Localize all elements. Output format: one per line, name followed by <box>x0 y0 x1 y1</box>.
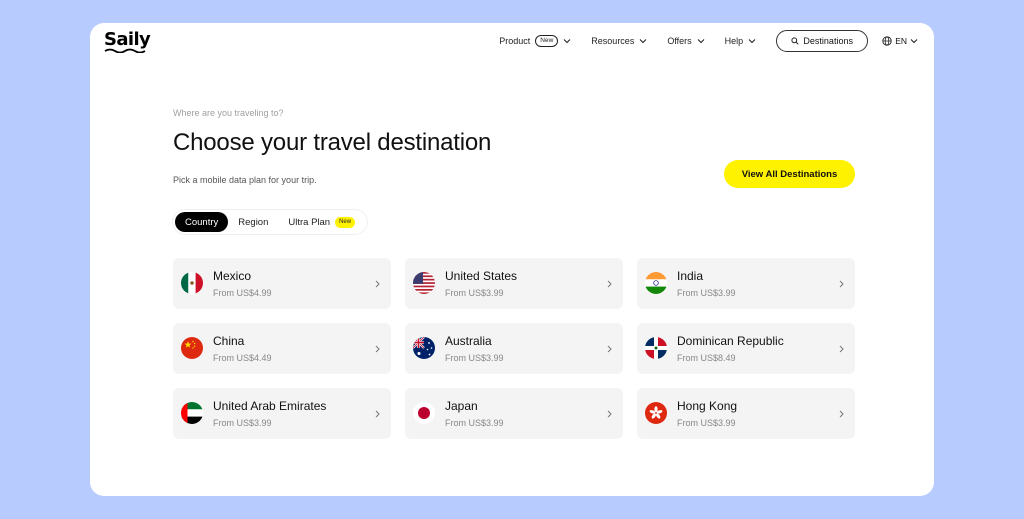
destinations-button-label: Destinations <box>803 36 853 46</box>
globe-icon <box>882 36 892 46</box>
country-card-china[interactable]: China From US$4.49 <box>173 323 391 374</box>
hero-eyebrow: Where are you traveling to? <box>173 108 284 118</box>
country-card-mexico[interactable]: Mexico From US$4.99 <box>173 258 391 309</box>
country-name: United States <box>445 269 518 283</box>
nav-help[interactable]: Help <box>725 36 757 46</box>
country-name: United Arab Emirates <box>213 399 327 413</box>
country-price: From US$3.99 <box>445 418 504 428</box>
nav-offers[interactable]: Offers <box>667 36 705 46</box>
country-card-hong-kong[interactable]: Hong Kong From US$3.99 <box>637 388 855 439</box>
australia-flag-icon <box>413 337 435 359</box>
country-card-australia[interactable]: Australia From US$3.99 <box>405 323 623 374</box>
country-price: From US$3.99 <box>445 288 504 298</box>
dominican-republic-flag-icon <box>645 337 667 359</box>
country-price: From US$4.99 <box>213 288 272 298</box>
chevron-right-icon <box>839 280 844 288</box>
chevron-right-icon <box>839 345 844 353</box>
language-selector[interactable]: EN <box>882 36 918 46</box>
country-name: Hong Kong <box>677 399 738 413</box>
saily-logo[interactable]: Saily <box>104 31 152 53</box>
country-card-united-states[interactable]: United States From US$3.99 <box>405 258 623 309</box>
country-price: From US$3.99 <box>677 288 736 298</box>
country-card-dominican-republic[interactable]: Dominican Republic From US$8.49 <box>637 323 855 374</box>
page-card: Saily Product New Resources Offers Help <box>90 23 934 496</box>
nav-product-new-badge: New <box>535 35 559 47</box>
nav-product-label: Product <box>499 36 531 46</box>
country-grid: Mexico From US$4.99 United States From U… <box>173 258 855 439</box>
country-price: From US$3.99 <box>445 353 504 363</box>
japan-flag-icon <box>413 402 435 424</box>
nav-offers-label: Offers <box>667 36 692 46</box>
country-card-india[interactable]: India From US$3.99 <box>637 258 855 309</box>
view-all-destinations-button[interactable]: View All Destinations <box>724 160 855 188</box>
page-title: Choose your travel destination <box>173 129 492 156</box>
chevron-down-icon <box>563 39 571 44</box>
nav-resources[interactable]: Resources <box>591 36 647 46</box>
chevron-down-icon <box>748 39 756 44</box>
tab-country[interactable]: Country <box>175 212 229 232</box>
country-price: From US$3.99 <box>213 418 272 428</box>
country-price: From US$8.49 <box>677 353 736 363</box>
chevron-down-icon <box>910 39 918 44</box>
nav-help-label: Help <box>724 36 744 46</box>
nav-product[interactable]: Product New <box>499 35 571 47</box>
country-card-japan[interactable]: Japan From US$3.99 <box>405 388 623 439</box>
tab-ultra-plan-label: Ultra Plan <box>288 216 331 228</box>
country-price: From US$4.49 <box>213 353 272 363</box>
chevron-right-icon <box>375 345 380 353</box>
search-icon <box>791 37 800 45</box>
usa-flag-icon <box>413 272 435 294</box>
country-name: Australia <box>445 334 492 348</box>
chevron-down-icon <box>639 39 647 44</box>
country-name: Japan <box>445 399 478 413</box>
india-flag-icon <box>645 272 667 294</box>
country-name: Mexico <box>213 269 252 283</box>
language-label: EN <box>895 36 907 46</box>
chevron-right-icon <box>375 280 380 288</box>
mexico-flag-icon <box>181 272 203 294</box>
nav-resources-label: Resources <box>591 36 635 46</box>
brand-name: Saily <box>104 29 151 50</box>
destinations-search-button[interactable]: Destinations <box>776 30 869 52</box>
chevron-right-icon <box>607 280 612 288</box>
hong-kong-flag-icon <box>645 402 667 424</box>
chevron-right-icon <box>607 345 612 353</box>
tab-region[interactable]: Region <box>228 212 278 232</box>
china-flag-icon <box>181 337 203 359</box>
country-name: India <box>677 269 704 283</box>
uae-flag-icon <box>181 402 203 424</box>
destination-type-tabs: Country Region Ultra Plan New <box>173 210 368 234</box>
ultra-plan-new-badge: New <box>335 216 356 228</box>
main-nav: Product New Resources Offers Help Destin… <box>499 30 918 52</box>
header: Saily Product New Resources Offers Help <box>90 23 934 63</box>
tab-ultra-plan[interactable]: Ultra Plan New <box>278 212 365 232</box>
hero-subtitle: Pick a mobile data plan for your trip. <box>173 175 317 185</box>
country-card-united-arab-emirates[interactable]: United Arab Emirates From US$3.99 <box>173 388 391 439</box>
chevron-right-icon <box>375 410 380 418</box>
country-price: From US$3.99 <box>677 418 736 428</box>
country-name: China <box>213 334 245 348</box>
chevron-right-icon <box>607 410 612 418</box>
chevron-down-icon <box>697 39 705 44</box>
chevron-right-icon <box>839 410 844 418</box>
country-name: Dominican Republic <box>677 334 784 348</box>
